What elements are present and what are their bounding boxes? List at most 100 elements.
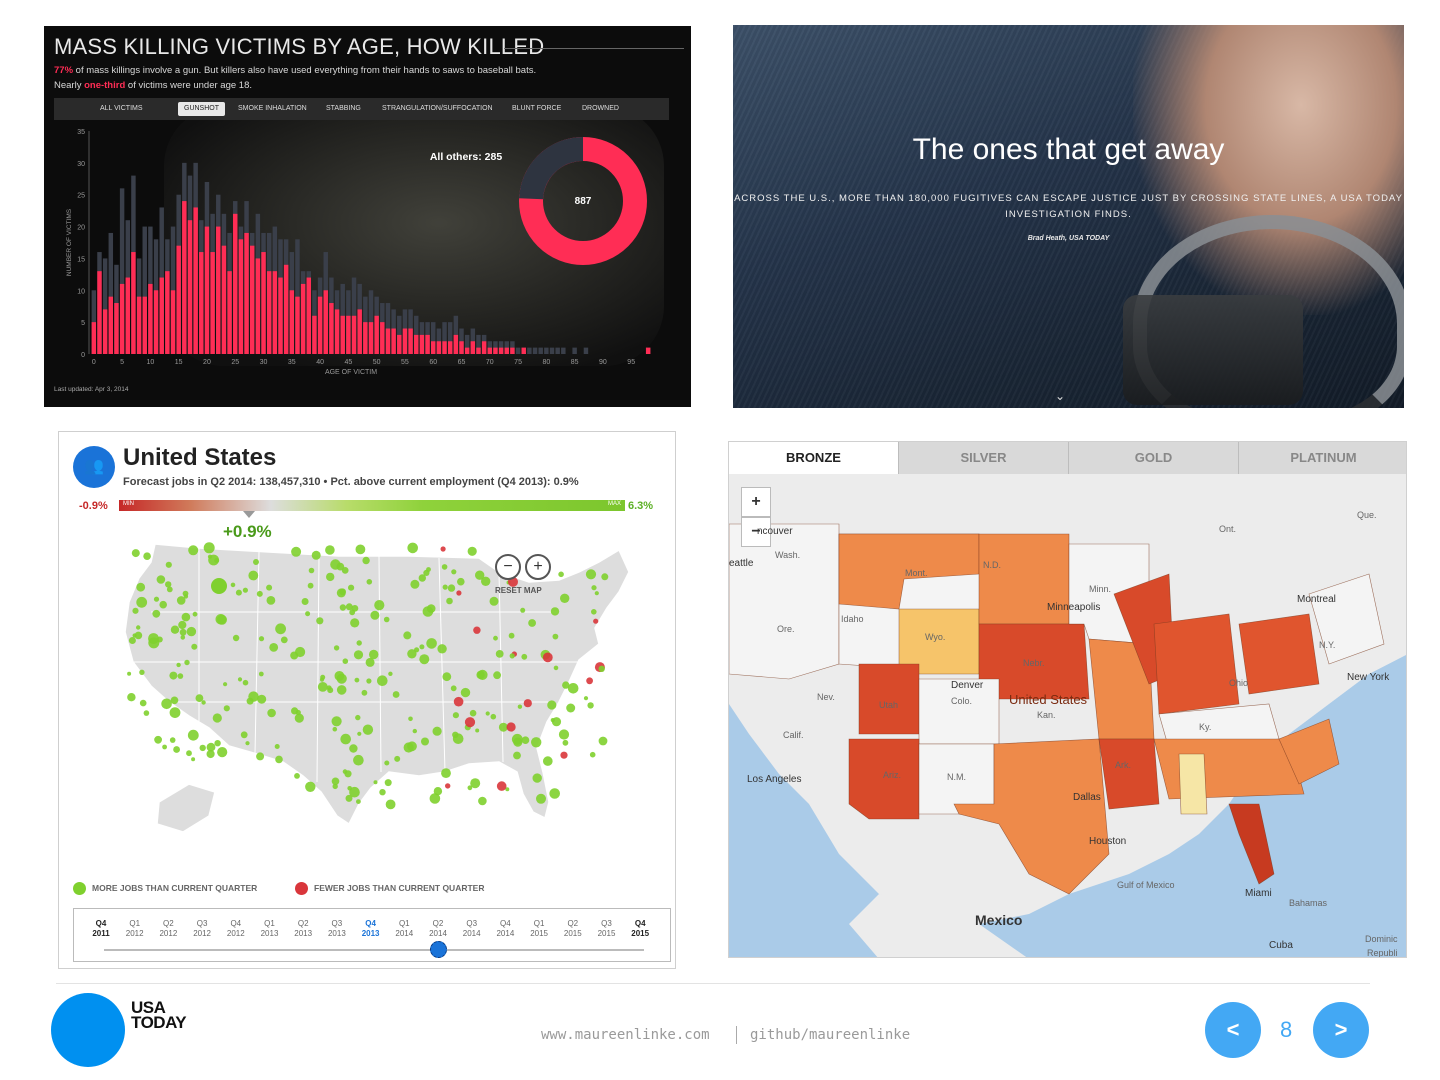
metro-dot-more[interactable]	[394, 755, 401, 762]
metro-dot-more[interactable]	[591, 609, 597, 615]
metro-dot-more[interactable]	[442, 672, 452, 682]
metro-dot-more[interactable]	[195, 694, 204, 702]
timeline-slider-handle[interactable]	[430, 941, 447, 958]
metro-dot-more[interactable]	[388, 671, 393, 676]
metro-dot-more[interactable]	[165, 561, 172, 568]
metro-dot-more[interactable]	[170, 625, 180, 634]
metro-dot-more[interactable]	[447, 584, 456, 592]
metro-dot-more[interactable]	[553, 665, 559, 671]
metro-dot-more[interactable]	[153, 596, 160, 602]
metro-dot-more[interactable]	[567, 683, 579, 694]
metro-dot-more[interactable]	[432, 726, 442, 736]
website-link[interactable]: www.maureenlinke.com	[541, 1027, 710, 1043]
region-utah[interactable]	[858, 663, 920, 735]
quarter-option[interactable]: Q1 2015	[522, 919, 556, 939]
github-link[interactable]: github/maureenlinke	[750, 1027, 910, 1043]
metro-dot-more[interactable]	[186, 750, 192, 757]
metro-dot-more[interactable]	[370, 610, 380, 620]
metro-dot-more[interactable]	[520, 607, 526, 613]
metro-dot-more[interactable]	[181, 612, 191, 622]
metro-dot-more[interactable]	[331, 716, 342, 727]
metro-dot-more[interactable]	[177, 673, 184, 679]
metro-dot-more[interactable]	[308, 567, 315, 574]
metro-dot-more[interactable]	[392, 691, 400, 698]
metro-dot-more[interactable]	[134, 631, 143, 640]
quarter-option[interactable]: Q2 2015	[556, 919, 590, 939]
metro-dot-more[interactable]	[326, 572, 335, 582]
metro-dot-more[interactable]	[490, 713, 497, 720]
metro-dot-fewer[interactable]	[445, 783, 451, 789]
metro-dot-more[interactable]	[587, 702, 594, 709]
metro-dot-more[interactable]	[248, 570, 259, 581]
region-michigan-ohio[interactable]	[1153, 613, 1240, 715]
tab-gold[interactable]: GOLD	[1068, 442, 1238, 474]
region-pennsylvania[interactable]	[1238, 613, 1320, 695]
metro-dot-more[interactable]	[433, 787, 443, 796]
metro-dot-more[interactable]	[191, 757, 196, 762]
metro-dot-more[interactable]	[274, 744, 280, 749]
metro-dot-more[interactable]	[426, 638, 437, 649]
metro-dot-fewer[interactable]	[496, 781, 507, 791]
metro-dot-more[interactable]	[356, 640, 362, 646]
metro-dot-fewer[interactable]	[542, 652, 553, 663]
metro-dot-more[interactable]	[136, 596, 148, 608]
metro-dot-more[interactable]	[240, 731, 248, 739]
metro-dot-more[interactable]	[493, 635, 498, 641]
metro-dot-more[interactable]	[311, 550, 321, 560]
metro-dot-more[interactable]	[598, 665, 605, 672]
metro-dot-more[interactable]	[550, 607, 560, 616]
metro-dot-more[interactable]	[452, 731, 459, 738]
metro-dot-more[interactable]	[136, 625, 141, 630]
metro-dot-more[interactable]	[489, 596, 499, 606]
metro-dot-more[interactable]	[383, 616, 390, 623]
metro-dot-more[interactable]	[301, 598, 309, 605]
metro-dot-more[interactable]	[528, 619, 536, 627]
metro-dot-more[interactable]	[560, 593, 570, 603]
metro-dot-more[interactable]	[349, 744, 358, 753]
metro-dot-fewer[interactable]	[453, 696, 464, 707]
metro-dot-more[interactable]	[159, 600, 167, 609]
metro-dot-more[interactable]	[552, 633, 559, 640]
metro-dot-more[interactable]	[362, 724, 374, 735]
metro-dot-more[interactable]	[421, 737, 429, 746]
metro-dot-more[interactable]	[339, 604, 347, 611]
metro-dot-more[interactable]	[477, 669, 488, 680]
fugitives-story-panel[interactable]: The ones that get away ACROSS THE U.S., …	[733, 25, 1404, 408]
metro-dot-more[interactable]	[258, 636, 265, 642]
quarter-option[interactable]: Q4 2012	[219, 919, 253, 939]
metro-dot-more[interactable]	[248, 691, 259, 702]
metro-dot-more[interactable]	[384, 760, 390, 766]
quarter-option[interactable]: Q2 2013	[286, 919, 320, 939]
metro-dot-more[interactable]	[280, 636, 288, 644]
metro-dot-more[interactable]	[161, 698, 172, 710]
metro-dot-more[interactable]	[127, 671, 132, 676]
metro-dot-more[interactable]	[601, 573, 609, 581]
metro-dot-more[interactable]	[127, 693, 136, 702]
metro-dot-more[interactable]	[132, 607, 139, 614]
metro-dot-more[interactable]	[460, 687, 471, 698]
metro-dot-more[interactable]	[361, 689, 368, 696]
metro-dot-more[interactable]	[199, 744, 206, 752]
metro-dot-more[interactable]	[598, 736, 608, 746]
metro-dot-more[interactable]	[211, 578, 227, 594]
metro-dot-fewer[interactable]	[473, 626, 481, 634]
metro-dot-fewer[interactable]	[464, 717, 476, 728]
metro-dot-more[interactable]	[355, 544, 366, 555]
metro-dot-more[interactable]	[451, 569, 457, 575]
quarter-option[interactable]: Q4 2015	[623, 919, 657, 939]
metro-dot-more[interactable]	[446, 597, 453, 605]
metro-dot-more[interactable]	[513, 751, 521, 760]
metro-dot-more[interactable]	[362, 556, 370, 565]
zoom-out-button[interactable]: −	[495, 554, 521, 580]
metro-dot-more[interactable]	[139, 699, 147, 707]
metro-dot-more[interactable]	[357, 731, 362, 736]
metro-dot-more[interactable]	[354, 677, 360, 683]
metro-dot-more[interactable]	[591, 585, 597, 591]
metro-dot-more[interactable]	[366, 579, 373, 585]
metro-dot-more[interactable]	[203, 542, 215, 554]
metro-dot-more[interactable]	[521, 653, 528, 660]
metro-dot-more[interactable]	[176, 596, 186, 605]
metro-dot-more[interactable]	[521, 736, 530, 744]
metro-dot-more[interactable]	[169, 707, 181, 718]
metro-dot-more[interactable]	[418, 574, 426, 582]
